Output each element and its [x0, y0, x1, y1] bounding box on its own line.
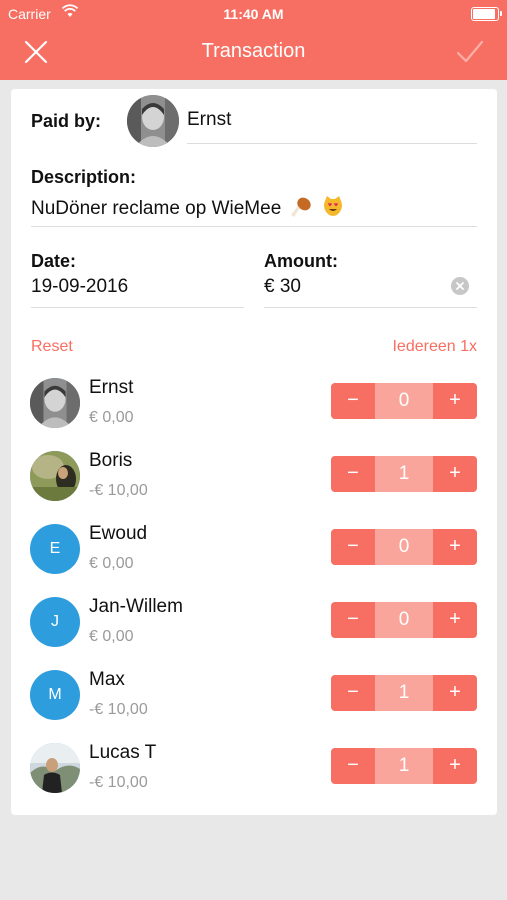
avatar	[30, 378, 80, 428]
participant-name: Max	[89, 669, 125, 690]
decrement-button[interactable]: −	[331, 383, 375, 419]
quantity-stepper: − 0 +	[331, 383, 477, 419]
avatar	[30, 451, 80, 501]
increment-button[interactable]: +	[433, 748, 477, 784]
avatar	[30, 743, 80, 793]
quantity-stepper: − 1 +	[331, 675, 477, 711]
amount-label: Amount:	[264, 251, 338, 271]
description-label: Description:	[31, 167, 137, 187]
description-text: NuDöner reclame op WieMee	[31, 198, 282, 219]
date-label: Date:	[31, 251, 77, 271]
drumstick-emoji-icon	[291, 195, 313, 223]
decrement-button[interactable]: −	[331, 529, 375, 565]
description-field[interactable]: NuDöner reclame op WieMee	[31, 195, 477, 227]
participant-name: Ernst	[89, 377, 134, 398]
share-count: 1	[375, 675, 433, 711]
list-item: J Jan-Willem € 0,00 − 0 +	[11, 596, 497, 660]
heart-eyes-cat-emoji-icon	[322, 195, 344, 223]
amount-field[interactable]: € 30	[264, 276, 477, 308]
avatar: J	[30, 597, 80, 647]
transaction-form: Paid by: Ernst Description: NuDöner recl…	[11, 89, 497, 815]
share-count: 0	[375, 602, 433, 638]
decrement-button[interactable]: −	[331, 456, 375, 492]
participant-name: Jan-Willem	[89, 596, 183, 617]
quantity-stepper: − 1 +	[331, 456, 477, 492]
page-title: Transaction	[201, 40, 306, 62]
list-item: Lucas T -€ 10,00 − 1 +	[11, 742, 497, 806]
date-field[interactable]: 19-09-2016	[31, 276, 244, 308]
share-count: 0	[375, 383, 433, 419]
participant-amount: € 0,00	[89, 555, 134, 572]
increment-button[interactable]: +	[433, 675, 477, 711]
increment-button[interactable]: +	[433, 529, 477, 565]
avatar[interactable]	[127, 95, 179, 147]
decrement-button[interactable]: −	[331, 602, 375, 638]
clock: 11:40 AM	[223, 6, 284, 22]
share-count: 1	[375, 456, 433, 492]
quantity-stepper: − 1 +	[331, 748, 477, 784]
everyone-once-button[interactable]: Iedereen 1x	[392, 338, 477, 356]
list-item: Boris -€ 10,00 − 1 +	[11, 450, 497, 514]
status-bar: Carrier 11:40 AM	[0, 0, 507, 28]
increment-button[interactable]: +	[433, 456, 477, 492]
participant-amount: € 0,00	[89, 628, 134, 645]
decrement-button[interactable]: −	[331, 675, 375, 711]
avatar: E	[30, 524, 80, 574]
participant-amount: -€ 10,00	[89, 701, 148, 718]
share-count: 0	[375, 529, 433, 565]
divider	[187, 143, 477, 144]
clear-icon[interactable]	[451, 277, 469, 295]
share-count: 1	[375, 748, 433, 784]
app-header: Carrier 11:40 AM Transaction	[0, 0, 507, 80]
list-item: E Ewoud € 0,00 − 0 +	[11, 523, 497, 587]
quantity-stepper: − 0 +	[331, 602, 477, 638]
participant-amount: -€ 10,00	[89, 482, 148, 499]
participant-name: Boris	[89, 450, 133, 471]
quantity-stepper: − 0 +	[331, 529, 477, 565]
battery-icon	[471, 7, 502, 21]
participant-name: Lucas T	[89, 742, 157, 763]
paid-by-label: Paid by:	[31, 111, 102, 131]
checkmark-icon[interactable]	[455, 38, 485, 66]
increment-button[interactable]: +	[433, 602, 477, 638]
list-item: Ernst € 0,00 − 0 +	[11, 377, 497, 441]
participant-amount: -€ 10,00	[89, 774, 148, 791]
paid-by-name[interactable]: Ernst	[187, 109, 231, 131]
list-item: M Max -€ 10,00 − 1 +	[11, 669, 497, 733]
increment-button[interactable]: +	[433, 383, 477, 419]
reset-button[interactable]: Reset	[31, 338, 73, 356]
avatar: M	[30, 670, 80, 720]
participant-amount: € 0,00	[89, 409, 134, 426]
decrement-button[interactable]: −	[331, 748, 375, 784]
participant-name: Ewoud	[89, 523, 148, 544]
